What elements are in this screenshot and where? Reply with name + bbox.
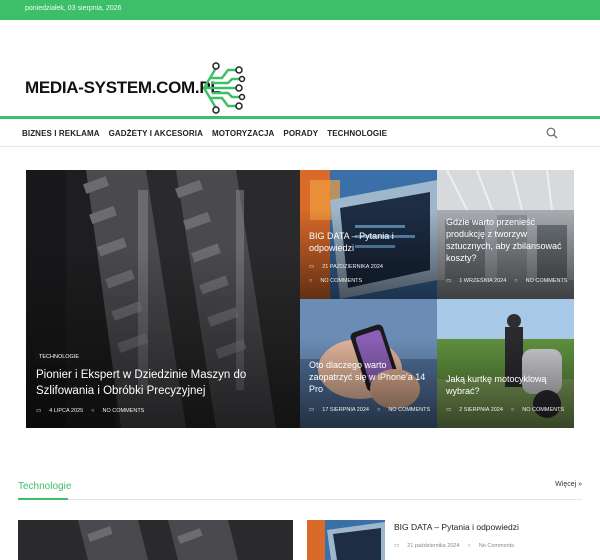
featured-grid: TECHNOLOGIE Pionier i Ekspert w Dziedzin… xyxy=(26,170,574,428)
section-lead-image[interactable] xyxy=(18,520,293,560)
list-item-thumbnail[interactable] xyxy=(307,520,385,560)
section-title[interactable]: Technologie xyxy=(18,481,71,492)
comment-icon: ○ xyxy=(309,278,313,284)
image-overlay xyxy=(26,247,300,428)
post-comments[interactable]: NO COMMENTS xyxy=(522,407,564,413)
calendar-icon: ▭ xyxy=(309,407,315,413)
gears-image xyxy=(18,520,293,560)
featured-main-post[interactable]: TECHNOLOGIE Pionier i Ekspert w Dziedzin… xyxy=(26,170,300,428)
current-date: poniedziałek, 03 sierpnia, 2026 xyxy=(25,5,122,12)
post-date[interactable]: 1 WRZEŚNIA 2024 xyxy=(459,278,506,284)
more-link[interactable]: Więcej » xyxy=(555,481,582,488)
featured-post-1[interactable]: BIG DATA – Pytania i odpowiedzi ▭ 21 PAŹ… xyxy=(300,170,437,299)
comment-icon: ○ xyxy=(510,407,515,413)
post-date[interactable]: 4 LIPCA 2025 xyxy=(49,408,83,414)
comment-icon: ○ xyxy=(467,543,471,549)
post-meta: ▭ 1 WRZEŚNIA 2024 ○ NO COMMENTS xyxy=(446,278,567,284)
comment-icon: ○ xyxy=(91,408,95,414)
post-date[interactable]: 17 SIERPNIA 2024 xyxy=(322,407,369,413)
circuit-logo-icon[interactable] xyxy=(194,60,246,116)
post-date[interactable]: 21 PAŹDZIERNIKA 2024 xyxy=(322,264,383,270)
featured-post-4-title[interactable]: Jaką kurtkę motocyklową wybrać? xyxy=(446,373,565,397)
featured-post-2[interactable]: Gdzie warto przenieść produkcję z tworzy… xyxy=(437,170,574,299)
calendar-icon: ▭ xyxy=(446,407,452,413)
featured-main-title[interactable]: Pionier i Ekspert w Dziedzinie Maszyn do… xyxy=(36,368,290,399)
list-item-title[interactable]: BIG DATA – Pytania i odpowiedzi xyxy=(394,522,519,532)
featured-post-3-title[interactable]: Oto dlaczego warto zaopatrzyć się w iPho… xyxy=(309,359,428,395)
nav-item-biznes[interactable]: BIZNES I REKLAMA xyxy=(22,129,100,138)
site-logo-text[interactable]: MEDIA-SYSTEM.COM.PL xyxy=(25,78,221,98)
calendar-icon: ▭ xyxy=(446,278,452,284)
post-meta: ▭ 4 LIPCA 2025 ○ NO COMMENTS xyxy=(36,408,144,414)
comment-icon: ○ xyxy=(514,278,518,284)
top-bar: poniedziałek, 03 sierpnia, 2026 xyxy=(0,0,600,20)
comment-icon: ○ xyxy=(376,407,381,413)
post-comments[interactable]: NO COMMENTS xyxy=(102,408,144,414)
nav-item-porady[interactable]: PORADY xyxy=(283,129,318,138)
featured-post-3[interactable]: Oto dlaczego warto zaopatrzyć się w iPho… xyxy=(300,299,437,428)
search-icon[interactable] xyxy=(546,127,558,139)
post-date[interactable]: 2 SIERPNIA 2024 xyxy=(459,407,503,413)
section-header: Technologie Więcej » xyxy=(18,478,582,500)
post-meta: ▭ 21 PAŹDZIERNIKA 2024 xyxy=(309,264,383,270)
calendar-icon: ▭ xyxy=(309,264,315,270)
calendar-icon: ▭ xyxy=(394,543,400,549)
laptop-image xyxy=(307,520,385,560)
list-item-comments[interactable]: No Comments xyxy=(479,543,514,549)
featured-post-2-title[interactable]: Gdzie warto przenieść produkcję z tworzy… xyxy=(446,216,565,265)
post-meta: ▭ 17 SIERPNIA 2024 ○ NO COMMENTS xyxy=(309,407,430,413)
list-item-meta: ▭ 21 października 2024 ○ No Comments xyxy=(394,543,514,549)
featured-post-1-title[interactable]: BIG DATA – Pytania i odpowiedzi xyxy=(309,230,428,254)
featured-post-4[interactable]: Jaką kurtkę motocyklową wybrać? ▭ 2 SIER… xyxy=(437,299,574,428)
calendar-icon: ▭ xyxy=(36,408,42,414)
category-badge[interactable]: TECHNOLOGIE xyxy=(35,352,84,362)
list-item-date[interactable]: 21 października 2024 xyxy=(407,543,459,549)
nav-item-gadzety[interactable]: GADŻETY I AKCESORIA xyxy=(109,129,203,138)
section-accent-line xyxy=(18,498,68,500)
site-header: MEDIA-SYSTEM.COM.PL xyxy=(0,20,600,116)
post-comments[interactable]: NO COMMENTS xyxy=(526,278,568,284)
main-navigation: BIZNES I REKLAMA GADŻETY I AKCESORIA MOT… xyxy=(0,119,600,147)
post-meta-comments: ○ NO COMMENTS xyxy=(309,278,362,284)
post-comments[interactable]: NO COMMENTS xyxy=(320,278,362,284)
nav-item-technologie[interactable]: TECHNOLOGIE xyxy=(327,129,387,138)
post-meta: ▭ 2 SIERPNIA 2024 ○ NO COMMENTS xyxy=(446,407,564,413)
post-comments[interactable]: NO COMMENTS xyxy=(388,407,430,413)
nav-item-motoryzacja[interactable]: MOTORYZACJA xyxy=(212,129,274,138)
